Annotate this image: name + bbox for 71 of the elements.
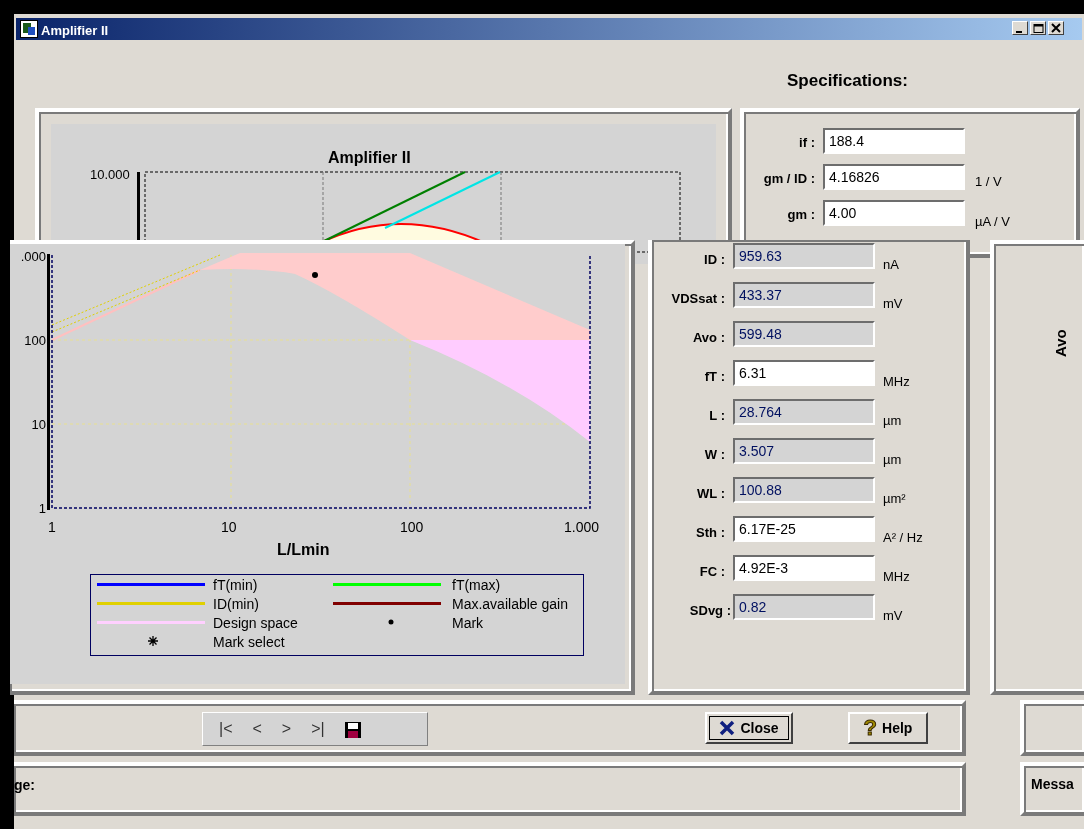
input-field[interactable]: 4.16826 (823, 164, 965, 190)
close-icon (1050, 23, 1062, 33)
field-label: VDSsat : (670, 290, 725, 308)
minimize-icon (1015, 30, 1022, 33)
axis-tick-label: 1 (37, 500, 46, 518)
axis-tick-label: 10 (30, 416, 46, 434)
field-label: FC : (698, 563, 725, 581)
maximize-button[interactable] (1030, 21, 1046, 35)
legend-label: Max.available gain (452, 595, 568, 614)
app-icon (20, 20, 38, 38)
input-field[interactable]: 4.92E-3 (733, 555, 875, 581)
unit-label: nA (883, 256, 899, 274)
input-field[interactable]: 100.88 (733, 477, 875, 503)
unit-label: µm (883, 412, 902, 430)
field-label: gm : (786, 206, 815, 224)
x-icon (719, 720, 736, 736)
axis-title: L/Lmin (277, 540, 330, 560)
maximize-icon (1032, 23, 1044, 33)
axis-tick-label: .000 (19, 248, 46, 266)
message-label: ge: (14, 776, 35, 795)
help-button[interactable]: ? Help (848, 712, 928, 744)
input-field[interactable]: 433.37 (733, 282, 875, 308)
input-field[interactable]: 28.764 (733, 399, 875, 425)
legend-label: Mark (452, 614, 484, 633)
axis-tick-label: 100 (23, 332, 46, 350)
axis-tick-label: 100 (400, 518, 424, 537)
unit-label: MHz (883, 568, 910, 586)
unit-label: MHz (883, 373, 910, 391)
input-field[interactable]: 959.63 (733, 243, 875, 269)
field-label: Avo : (691, 329, 725, 347)
field-label: WL : (696, 485, 725, 503)
legend-label: fT(min) (213, 576, 258, 595)
unit-label: mV (883, 295, 903, 313)
unit-label: A² / Hz (883, 529, 923, 547)
input-field[interactable]: 0.82 (733, 594, 875, 620)
input-field[interactable]: 188.4 (823, 128, 965, 154)
field-label: Sth : (695, 524, 725, 542)
field-label: W : (703, 446, 725, 464)
field-label: ID : (703, 251, 725, 269)
message-label: Messa (1031, 775, 1074, 794)
legend-label: fT(max) (452, 576, 501, 595)
unit-label: µm² (883, 490, 906, 508)
axis-tick-label: 1 (48, 518, 56, 537)
legend-label: Mark select (213, 633, 285, 652)
unit-label: mV (883, 607, 903, 625)
question-mark-icon: ? (863, 717, 878, 739)
field-label: L : (708, 407, 725, 425)
input-field[interactable]: 599.48 (733, 321, 875, 347)
close-button[interactable] (1048, 21, 1064, 35)
legend-label: Design space (213, 614, 298, 633)
chart-title: Amplifier II (328, 148, 411, 168)
input-field[interactable]: 3.507 (733, 438, 875, 464)
input-field[interactable]: 4.00 (823, 200, 965, 226)
window-title: Amplifier II (41, 22, 109, 40)
input-field[interactable]: 6.17E-25 (733, 516, 875, 542)
axis-tick-label: 10 (221, 518, 237, 537)
legend-label: ID(min) (213, 595, 259, 614)
field-label: SDvg : (688, 602, 731, 620)
input-field[interactable]: 6.31 (733, 360, 875, 386)
field-label: if : (798, 134, 815, 152)
unit-label: µA / V (975, 213, 1010, 231)
field-label: gm / ID : (762, 170, 815, 188)
axis-tick-label: 1.000 (564, 518, 600, 537)
unit-label: µm (883, 451, 902, 469)
minimize-button[interactable] (1012, 21, 1028, 35)
axis-tick-label: 10.000 (90, 166, 130, 184)
field-label: fT : (703, 368, 725, 386)
close-button[interactable]: Close (705, 712, 793, 744)
section-heading: Specifications: (787, 70, 908, 92)
side-label: Avo (1051, 329, 1070, 357)
unit-label: 1 / V (975, 173, 1002, 191)
